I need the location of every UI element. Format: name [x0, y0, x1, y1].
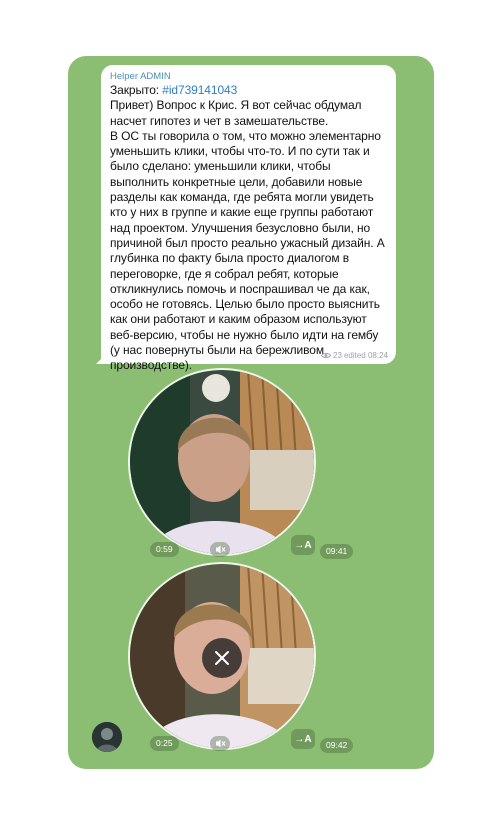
- message-status-line: Закрыто: #id739141043: [110, 83, 387, 98]
- mute-button[interactable]: [210, 736, 230, 751]
- status-prefix: Закрыто:: [110, 83, 163, 97]
- message-paragraph: Привет) Вопрос к Крис. Я вот сейчас обду…: [110, 98, 362, 128]
- video-note[interactable]: [130, 370, 314, 554]
- message-bubble[interactable]: Helper ADMIN Закрыто: #id739141043 Приве…: [101, 65, 396, 372]
- duration-badge: 0:59: [150, 542, 179, 557]
- view-count: 23: [333, 351, 342, 360]
- hashtag-link[interactable]: #id739141043: [162, 83, 237, 97]
- muted-speaker-icon: [216, 739, 226, 748]
- timestamp-badge: 09:42: [320, 738, 354, 753]
- avatar[interactable]: [92, 722, 122, 752]
- duration-text: 0:25: [156, 738, 173, 748]
- transcribe-icon: →: [294, 539, 305, 551]
- close-button[interactable]: [202, 638, 242, 678]
- edited-time: edited 08:24: [343, 351, 388, 360]
- transcribe-button[interactable]: → A: [291, 729, 315, 749]
- duration-text: 0:59: [156, 544, 173, 554]
- mute-button[interactable]: [210, 542, 230, 557]
- duration-badge: 0:25: [150, 736, 179, 751]
- sender-name[interactable]: Helper ADMIN: [110, 71, 387, 83]
- muted-speaker-icon: [216, 545, 226, 554]
- eye-icon: [321, 353, 332, 358]
- message-meta: 23 edited 08:24: [321, 351, 388, 360]
- message-text: Закрыто: #id739141043 Привет) Вопрос к К…: [110, 83, 387, 374]
- timestamp-text: 09:41: [326, 546, 348, 556]
- transcribe-button[interactable]: → A: [291, 535, 315, 555]
- transcribe-label: A: [304, 539, 312, 551]
- chat-area: Helper ADMIN Закрыто: #id739141043 Приве…: [68, 56, 434, 769]
- message-paragraph: В ОС ты говорила о том, что можно элемен…: [110, 128, 385, 373]
- close-icon: [215, 651, 229, 665]
- transcribe-label: A: [304, 733, 312, 745]
- timestamp-text: 09:42: [326, 740, 348, 750]
- transcribe-icon: →: [294, 733, 305, 745]
- timestamp-badge: 09:41: [320, 544, 354, 559]
